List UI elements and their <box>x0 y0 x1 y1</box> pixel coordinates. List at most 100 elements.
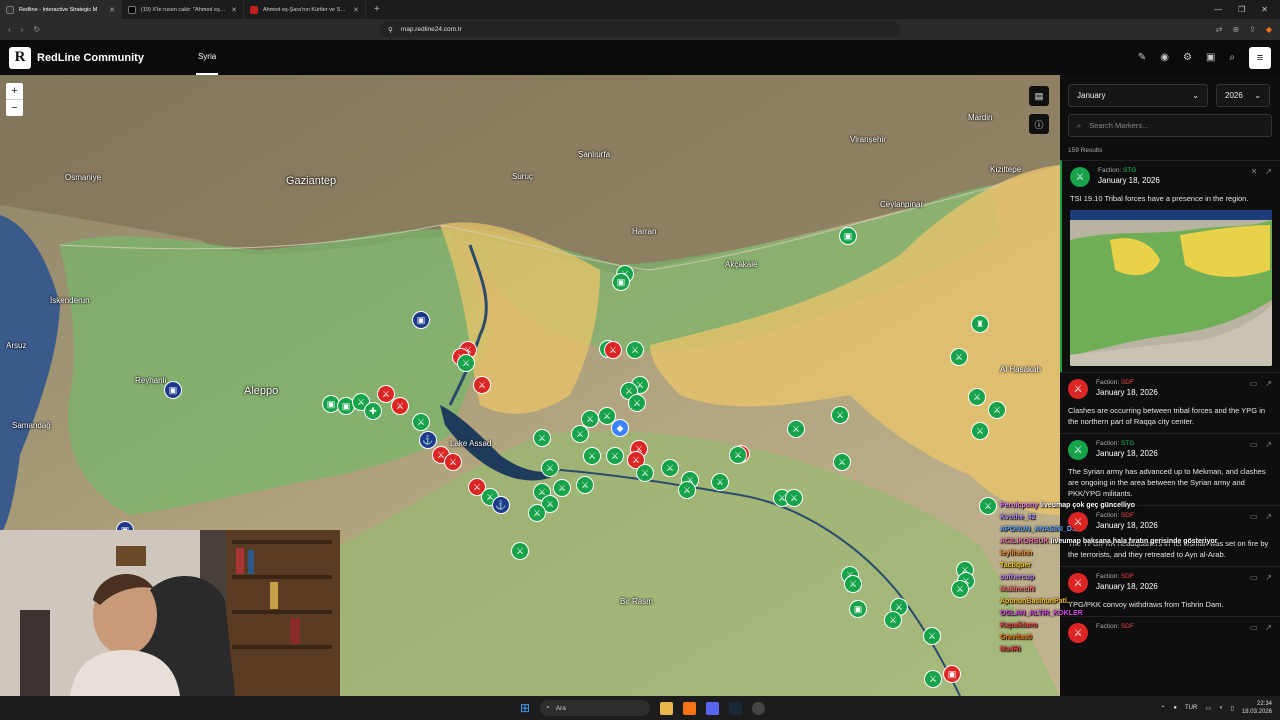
map-marker-stg[interactable]: ⚔ <box>606 447 624 465</box>
camera-icon[interactable]: ▭ <box>1250 379 1258 388</box>
map-marker-stg[interactable]: ⚔ <box>412 413 430 431</box>
marker-card[interactable]: ⚔ Faction: SDF January 18, 2026 ▭ ↗ Clash… <box>1060 372 1280 433</box>
tab-syria[interactable]: Syria <box>195 40 219 75</box>
external-link-icon[interactable]: ↗ <box>1265 379 1272 388</box>
external-link-icon[interactable]: ↗ <box>1265 167 1272 176</box>
menu-button[interactable]: ≡ <box>1249 46 1271 69</box>
map-marker-stg[interactable]: ⚔ <box>844 575 862 593</box>
map-marker-stg[interactable]: ⚔ <box>950 348 968 366</box>
search-icon[interactable]: ⌕ <box>1229 52 1235 63</box>
battery-icon[interactable]: ▯ <box>1231 705 1234 712</box>
map-marker-stg[interactable]: ⚔ <box>968 388 986 406</box>
map-marker-sdf[interactable]: ⚔ <box>604 341 622 359</box>
site-info-icon[interactable]: ⚲ <box>388 26 393 34</box>
map-marker-stg[interactable]: ▣ <box>849 600 867 618</box>
maximize-icon[interactable]: ❐ <box>1238 5 1245 14</box>
clock[interactable]: 22:34 18.03.2026 <box>1242 700 1272 716</box>
map-marker-sdf[interactable]: ⚔ <box>391 397 409 415</box>
map-marker-stg[interactable]: ⚔ <box>571 425 589 443</box>
taskbar-search[interactable]: ⌕ Ara <box>540 700 651 716</box>
map-marker-stg[interactable]: ⚔ <box>951 580 969 598</box>
map-marker-stg[interactable]: ⚔ <box>628 394 646 412</box>
map-marker-sdf[interactable]: ⚔ <box>473 376 491 394</box>
map-marker-govt[interactable]: ⚓ <box>492 496 510 514</box>
map-marker-stg[interactable]: ⚔ <box>511 542 529 560</box>
minimize-icon[interactable]: — <box>1214 5 1222 14</box>
layers-button[interactable]: ▤ <box>1029 86 1049 106</box>
map-marker-stg[interactable]: ⚔ <box>884 611 902 629</box>
close-icon[interactable]: ✕ <box>353 6 359 14</box>
map-marker-stg[interactable]: ⚔ <box>636 464 654 482</box>
map-marker-stg[interactable]: ⚔ <box>833 453 851 471</box>
reload-icon[interactable]: ↻ <box>33 25 40 34</box>
month-select[interactable]: January ⌄ <box>1068 84 1208 107</box>
map-marker-stg[interactable]: ✚ <box>364 402 382 420</box>
map-marker-stg[interactable]: ⚔ <box>988 401 1006 419</box>
map-marker-stg[interactable]: ⚔ <box>576 476 594 494</box>
map-marker-stg[interactable]: ⚔ <box>711 473 729 491</box>
close-icon[interactable]: ✕ <box>1251 167 1258 176</box>
marker-card[interactable]: ⚔ Faction: STG January 18, 2026 ▭ ↗ The S… <box>1060 433 1280 505</box>
marker-card[interactable]: ⚔ Faction: STG January 18, 2026 ✕ ↗ TSI 1… <box>1060 160 1280 372</box>
map-marker-stg[interactable]: ⚔ <box>729 446 747 464</box>
close-window-icon[interactable]: ✕ <box>1261 5 1268 14</box>
card-image[interactable] <box>1070 210 1272 366</box>
new-tab-button[interactable]: + <box>366 0 388 19</box>
browser-tab-news[interactable]: Ahmed eş-Şara'nın Kürtler ve SDG ö ✕ <box>244 0 366 19</box>
map-marker-stg[interactable]: ⚔ <box>626 341 644 359</box>
zoom-icon[interactable]: ⊕ <box>1232 25 1239 34</box>
zoom-out-button[interactable]: − <box>6 100 23 116</box>
brave-browser-icon[interactable] <box>683 701 697 715</box>
map-marker-stg[interactable]: ⚔ <box>541 459 559 477</box>
map-marker-stg[interactable]: ⚔ <box>661 459 679 477</box>
close-icon[interactable]: ✕ <box>231 6 237 14</box>
map-marker-stg[interactable]: ⚔ <box>581 410 599 428</box>
map-marker-govt[interactable]: ▣ <box>412 311 430 329</box>
map-marker-stg[interactable]: ♜ <box>971 315 989 333</box>
gear-icon[interactable]: ⚙ <box>1183 52 1192 63</box>
map-marker-stg[interactable]: ▣ <box>839 227 857 245</box>
map-marker-stg[interactable]: ▣ <box>612 273 630 291</box>
map-marker-stg[interactable]: ⚔ <box>785 489 803 507</box>
translate-icon[interactable]: ⇄ <box>1216 25 1223 34</box>
camera-icon[interactable]: ▣ <box>1206 52 1215 63</box>
map-marker-stg[interactable]: ⚔ <box>528 504 546 522</box>
address-bar[interactable]: ⚲ map.redline24.com.tr <box>380 22 901 37</box>
external-link-icon[interactable]: ↗ <box>1265 440 1272 449</box>
close-icon[interactable]: ✕ <box>109 6 115 14</box>
windows-start-icon[interactable]: ⊞ <box>520 701 530 715</box>
map-marker-stg[interactable]: ⚔ <box>923 627 941 645</box>
map-marker-stg[interactable]: ⚔ <box>457 354 475 372</box>
steam-icon[interactable] <box>729 701 743 715</box>
map-marker-govt[interactable]: ⚓ <box>419 431 437 449</box>
share-icon[interactable]: ⇪ <box>1249 25 1256 34</box>
map-marker-info[interactable]: ◆ <box>611 419 629 437</box>
map-marker-stg[interactable]: ⚔ <box>678 481 696 499</box>
browser-tab-redline[interactable]: Redline - Interactive Strategic M ✕ <box>0 0 122 19</box>
volume-icon[interactable]: ◖ <box>1219 705 1223 711</box>
chevron-up-icon[interactable]: ⌃ <box>1160 705 1165 712</box>
camera-icon[interactable]: ▭ <box>1250 440 1258 449</box>
map-marker-stg[interactable]: ⚔ <box>971 422 989 440</box>
map-marker-stg[interactable]: ⚔ <box>924 670 942 688</box>
info-button[interactable]: ⓘ <box>1029 114 1049 134</box>
file-explorer-icon[interactable] <box>660 701 674 715</box>
draw-icon[interactable]: ✎ <box>1138 52 1146 63</box>
shield-icon[interactable]: ◆ <box>1266 25 1272 34</box>
mic-icon[interactable]: ● <box>1173 705 1177 711</box>
forward-icon[interactable]: › <box>21 25 24 34</box>
map-marker-stg[interactable]: ⚔ <box>979 497 997 515</box>
back-icon[interactable]: ‹ <box>8 25 11 34</box>
language-indicator[interactable]: TUR <box>1185 705 1197 711</box>
obs-icon[interactable] <box>752 701 766 715</box>
discord-icon[interactable] <box>706 701 720 715</box>
map-marker-stg[interactable]: ⚔ <box>831 406 849 424</box>
app-logo[interactable]: R <box>9 46 31 69</box>
location-pin-icon[interactable]: ◉ <box>1160 52 1169 63</box>
map-marker-sdf[interactable]: ⚔ <box>444 453 462 471</box>
map-marker-sdf[interactable]: ▣ <box>943 665 961 683</box>
browser-tab-x[interactable]: (19) X'te rusen cakir: "Ahmed eş-Şara ✕ <box>122 0 244 19</box>
map-marker-stg[interactable]: ⚔ <box>583 447 601 465</box>
year-select[interactable]: 2026 ⌄ <box>1216 84 1270 107</box>
map-marker-stg[interactable]: ⚔ <box>553 479 571 497</box>
